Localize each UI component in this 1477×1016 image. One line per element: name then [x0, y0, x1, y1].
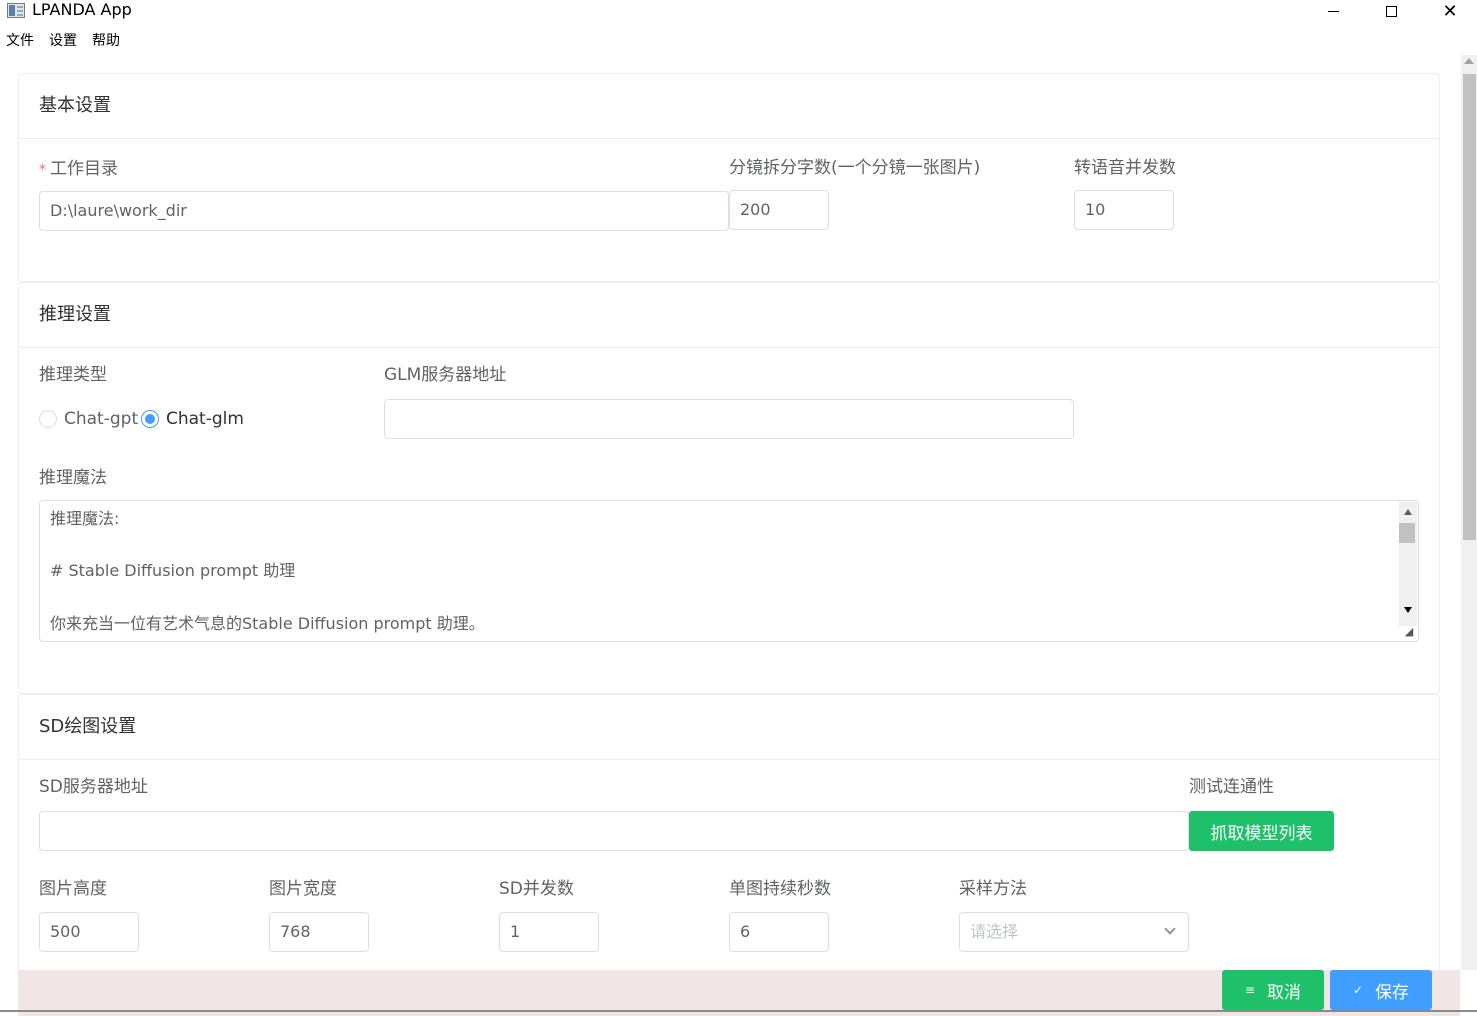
close-button[interactable]: ✕ [1427, 0, 1473, 22]
test-connectivity-label: 测试连通性 [1189, 777, 1274, 797]
required-mark: * [39, 162, 46, 178]
save-label: 保存 [1375, 982, 1410, 1003]
tts-concurrency-label: 转语音并发数 [1074, 158, 1176, 178]
sd-settings-title: SD绘图设置 [19, 695, 1439, 760]
sd-concurrency-label: SD并发数 [499, 879, 574, 899]
sd-settings-card: SD绘图设置 SD服务器地址 测试连通性 抓取模型列表 图片高度 500 图片宽… [18, 694, 1440, 984]
maximize-icon [1385, 5, 1397, 17]
fetch-models-button[interactable]: 抓取模型列表 [1189, 811, 1334, 851]
radio-chat-gpt[interactable]: Chat-gpt [39, 409, 138, 429]
basic-settings-card: 基本设置 * 工作目录 D:\laure\work_dir 分镜拆分字数(一个分镜… [18, 73, 1440, 282]
split-count-input[interactable]: 200 [729, 190, 829, 230]
maximize-button[interactable] [1368, 0, 1414, 22]
list-icon: ≡ [1244, 983, 1256, 997]
sd-concurrency-input[interactable]: 1 [499, 912, 599, 952]
menu-bar: 文件 设置 帮助 [0, 31, 129, 53]
window-bottom-border [0, 1010, 1477, 1012]
radio-circle-unchecked [39, 410, 57, 428]
image-width-label: 图片宽度 [269, 879, 337, 899]
close-icon: ✕ [1442, 0, 1458, 22]
image-height-label: 图片高度 [39, 879, 107, 899]
textarea-scroll-down-icon[interactable] [1404, 607, 1412, 613]
inference-settings-card: 推理设置 推理类型 Chat-gpt Chat-glm GLM服务器地址 推理魔… [18, 282, 1440, 694]
glm-server-label: GLM服务器地址 [384, 365, 507, 385]
split-count-label: 分镜拆分字数(一个分镜一张图片) [729, 158, 981, 178]
image-duration-input[interactable]: 6 [729, 912, 829, 952]
cancel-button[interactable]: ≡ 取消 [1222, 970, 1324, 1010]
radio-label-chat-glm: Chat-glm [166, 409, 244, 429]
chevron-down-icon [1164, 923, 1176, 935]
resize-handle-icon[interactable]: ◢ [1402, 625, 1416, 639]
inference-magic-label: 推理魔法 [39, 468, 107, 488]
cancel-label: 取消 [1267, 982, 1302, 1003]
sd-server-input[interactable] [39, 811, 1189, 851]
sampler-placeholder: 请选择 [970, 922, 1019, 941]
menu-settings[interactable]: 设置 [43, 31, 83, 53]
work-dir-label: * 工作目录 [39, 159, 118, 180]
glm-server-input[interactable] [384, 399, 1074, 439]
sd-server-label: SD服务器地址 [39, 777, 148, 797]
inference-settings-title: 推理设置 [19, 283, 1439, 348]
scroll-up-icon[interactable] [1464, 58, 1474, 64]
menu-help[interactable]: 帮助 [86, 31, 126, 53]
title-bar: LPANDA App ✕ [0, 0, 1477, 24]
save-button[interactable]: ✓ 保存 [1330, 970, 1432, 1010]
app-icon [7, 3, 25, 18]
work-dir-label-text: 工作目录 [50, 159, 118, 179]
radio-circle-checked [141, 410, 159, 428]
window-title: LPANDA App [32, 0, 132, 19]
work-dir-input[interactable]: D:\laure\work_dir [39, 191, 729, 231]
tts-concurrency-input[interactable]: 10 [1074, 190, 1174, 230]
radio-label-chat-gpt: Chat-gpt [64, 409, 139, 429]
sampler-label: 采样方法 [959, 879, 1027, 899]
textarea-scroll-up-icon[interactable] [1404, 509, 1412, 515]
magic-line: 推理魔法: [50, 509, 120, 528]
image-width-input[interactable]: 768 [269, 912, 369, 952]
minimize-button[interactable] [1310, 0, 1356, 22]
page-scrollbar-thumb[interactable] [1463, 74, 1476, 540]
magic-line: # Stable Diffusion prompt 助理 [50, 561, 296, 580]
radio-chat-glm[interactable]: Chat-glm [141, 409, 244, 429]
minimize-icon [1327, 10, 1339, 12]
magic-line: 你来充当一位有艺术气息的Stable Diffusion prompt 助理。 [50, 614, 485, 633]
image-height-input[interactable]: 500 [39, 912, 139, 952]
check-icon: ✓ [1352, 983, 1364, 997]
inference-magic-textarea[interactable]: 推理魔法: # Stable Diffusion prompt 助理 你来充当一… [39, 500, 1419, 642]
inference-type-label: 推理类型 [39, 365, 107, 385]
textarea-scrollbar-thumb[interactable] [1399, 523, 1415, 543]
basic-settings-title: 基本设置 [19, 74, 1439, 139]
menu-file[interactable]: 文件 [0, 31, 40, 53]
image-duration-label: 单图持续秒数 [729, 879, 831, 899]
sampler-select[interactable]: 请选择 [959, 912, 1189, 952]
